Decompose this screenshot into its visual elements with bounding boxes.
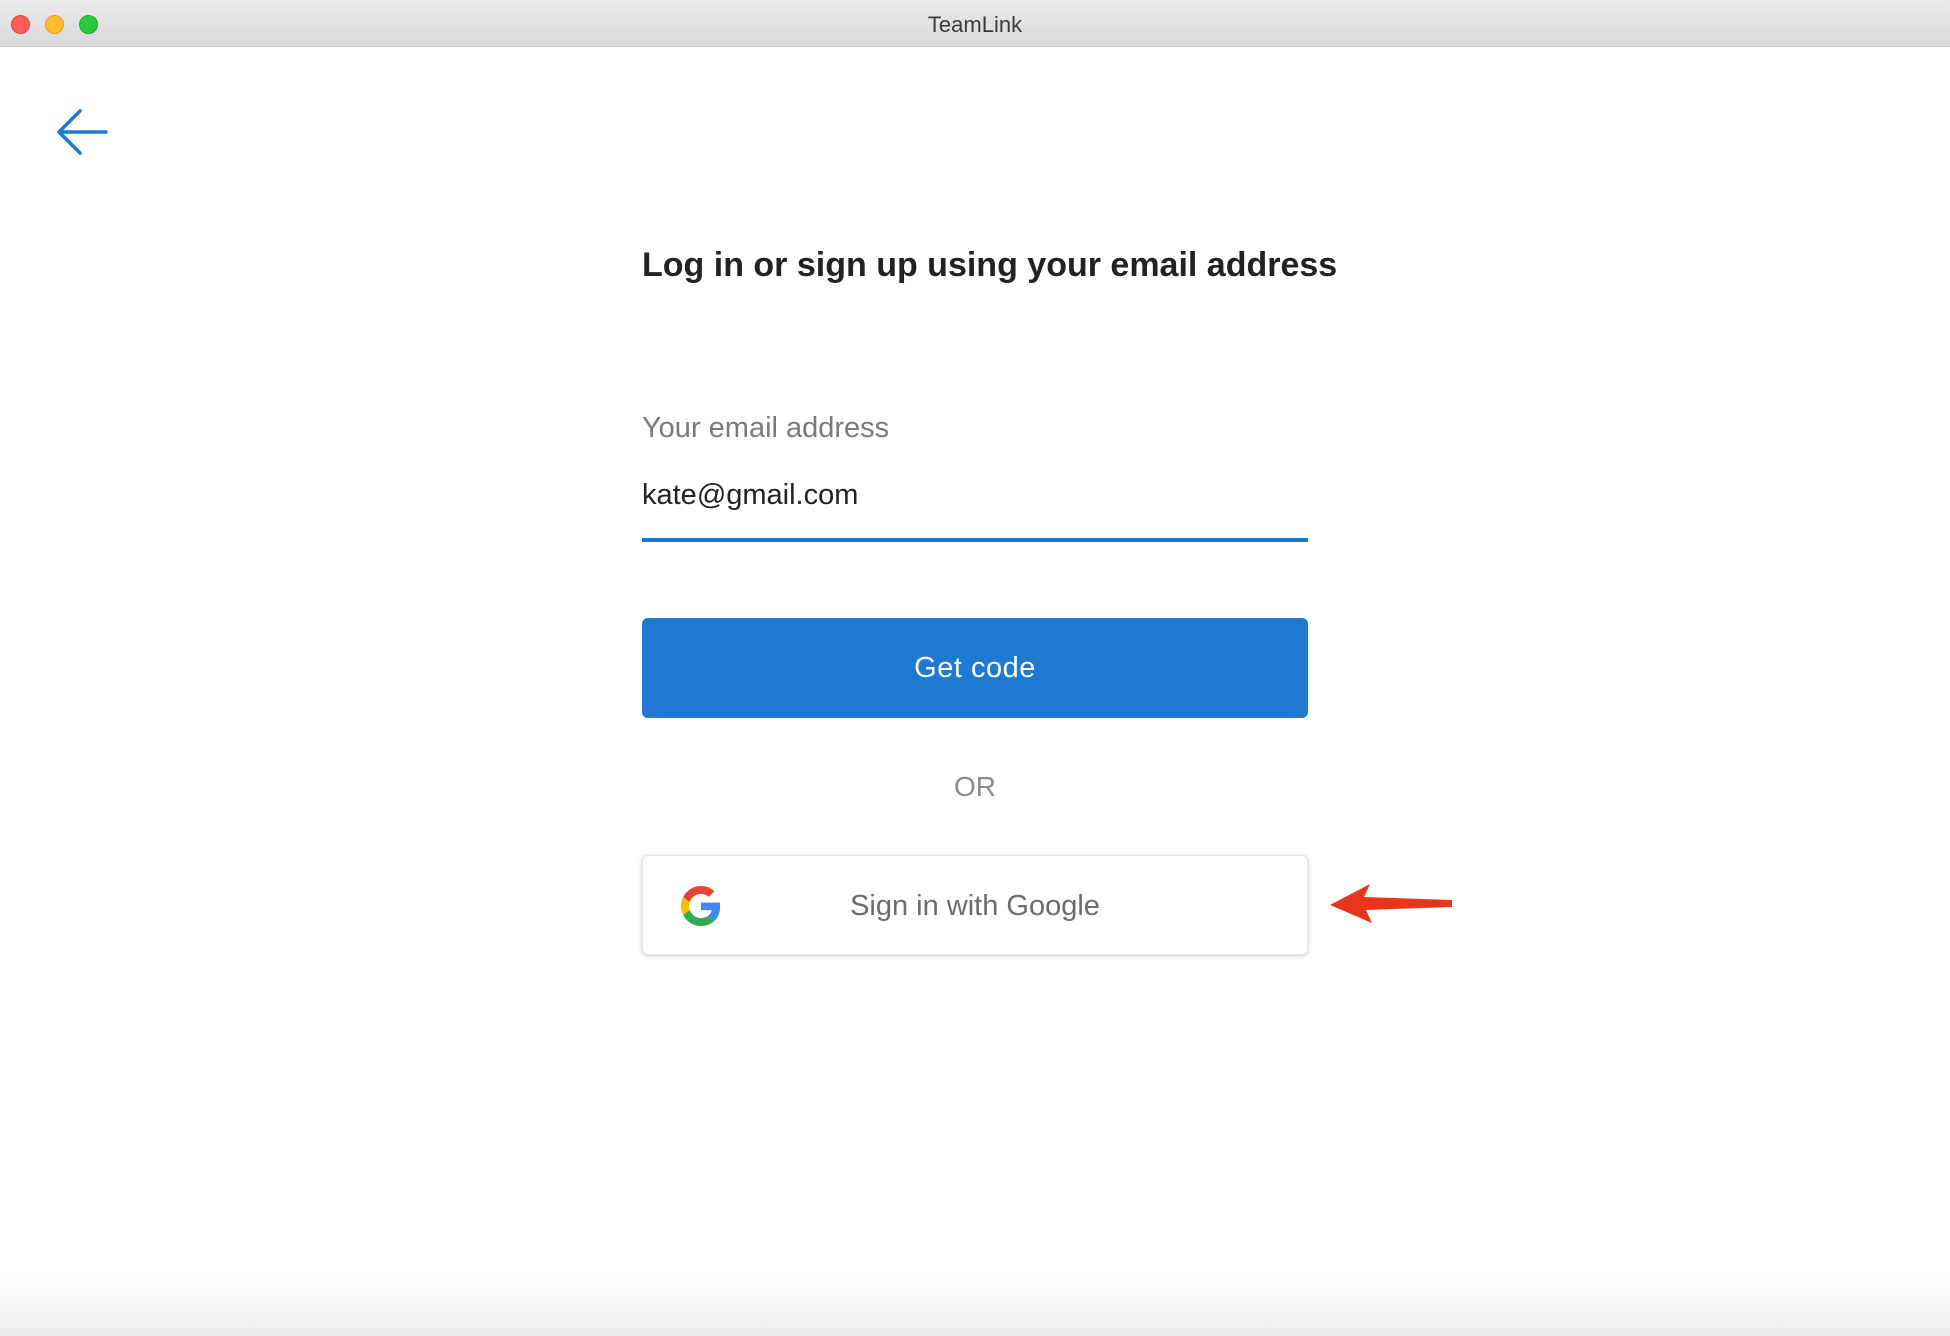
get-code-button[interactable]: Get code (642, 618, 1308, 718)
email-field-label: Your email address (642, 412, 890, 444)
or-divider: OR (954, 771, 996, 802)
window-title: TeamLink (927, 12, 1023, 37)
email-field-underline (642, 538, 1308, 542)
back-arrow-icon (57, 109, 108, 155)
app-window: TeamLink Log in or sign up using your em… (0, 0, 1950, 1336)
title-bar[interactable]: TeamLink (0, 0, 1950, 47)
red-arrow-icon (1328, 881, 1454, 925)
sign-in-with-google-label: Sign in with Google (850, 890, 1100, 922)
email-field[interactable] (642, 470, 1308, 520)
window-bottom-edge (0, 1276, 1950, 1336)
back-button[interactable] (52, 104, 112, 160)
page-title: Log in or sign up using your email addre… (642, 246, 1338, 284)
sign-in-with-google-button[interactable]: Sign in with Google (642, 855, 1308, 955)
